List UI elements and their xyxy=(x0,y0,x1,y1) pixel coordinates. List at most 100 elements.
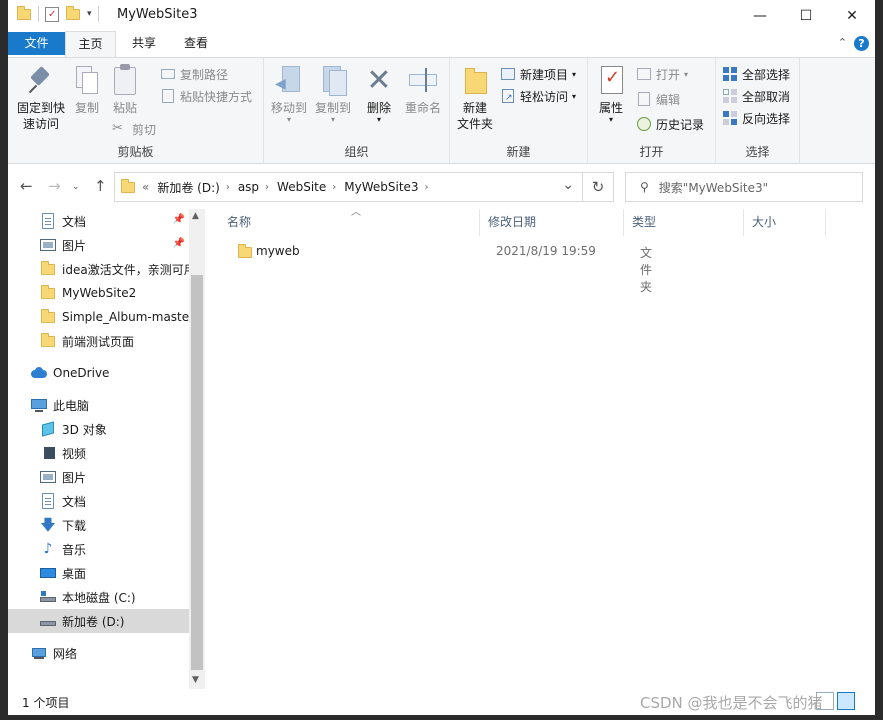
cut-button[interactable]: ✂ 剪切 xyxy=(112,119,156,139)
new-folder-qat-icon[interactable] xyxy=(65,6,81,22)
nav-item-onedrive[interactable]: OneDrive xyxy=(8,361,189,385)
pin-icon xyxy=(25,64,57,98)
tab-share[interactable]: 共享 xyxy=(120,31,168,57)
nav-scrollbar-thumb[interactable] xyxy=(191,275,203,670)
up-button[interactable]: ↑ xyxy=(94,177,107,195)
large-icons-view-icon[interactable] xyxy=(837,692,855,710)
folder-icon xyxy=(120,179,136,195)
collapse-ribbon-icon[interactable]: ⌃ xyxy=(838,36,847,49)
select-all-button[interactable]: 全部选择 xyxy=(722,64,790,84)
close-button[interactable]: ✕ xyxy=(829,0,875,31)
nav-item-3d-objects[interactable]: 3D 对象 xyxy=(8,417,189,441)
recent-locations-icon[interactable]: ⌄ xyxy=(72,182,80,192)
breadcrumb-asp[interactable]: asp xyxy=(238,180,259,194)
properties-button[interactable]: ✓ 属性 ▾ xyxy=(592,64,630,124)
invert-selection-button[interactable]: 反向选择 xyxy=(722,108,790,128)
open-button[interactable]: 打开 ▾ xyxy=(636,64,688,84)
tab-file[interactable]: 文件 xyxy=(8,32,65,55)
copy-path-button[interactable]: 复制路径 xyxy=(160,64,228,84)
nav-item-idea[interactable]: idea激活文件，亲测可用 xyxy=(8,257,189,281)
scroll-down-icon[interactable]: ▼ xyxy=(192,675,199,685)
ribbon-tabs: 文件 主页 共享 查看 ⌃ ? xyxy=(8,31,875,58)
column-modified[interactable]: 修改日期 xyxy=(480,209,624,236)
rename-button[interactable]: 重命名 xyxy=(402,64,444,116)
music-icon: ♪ xyxy=(43,541,53,557)
nav-item-downloads[interactable]: 🡇 下载 xyxy=(8,513,189,537)
paste-shortcut-icon xyxy=(160,88,176,104)
properties-qat-icon[interactable]: ✓ xyxy=(45,6,59,22)
select-none-button[interactable]: 全部取消 xyxy=(722,86,790,106)
search-placeholder: 搜索"MyWebSite3" xyxy=(658,180,769,195)
edit-button[interactable]: 编辑 xyxy=(636,89,680,109)
select-all-icon xyxy=(722,66,738,82)
select-group-label: 选择 xyxy=(745,145,770,159)
computer-icon xyxy=(31,397,47,413)
nav-item-network[interactable]: 网络 xyxy=(8,641,189,665)
pin-icon: 📌 xyxy=(172,238,185,249)
picture-icon xyxy=(40,237,56,253)
copy-button[interactable]: 复制 xyxy=(70,64,104,116)
nav-item-documents[interactable]: 文档 📌 xyxy=(8,209,189,233)
help-icon[interactable]: ? xyxy=(854,36,869,51)
nav-item-pc-pictures[interactable]: 图片 xyxy=(8,465,189,489)
pin-quick-access-button[interactable]: 固定到快 速访问 xyxy=(14,64,68,132)
open-icon xyxy=(636,66,652,82)
copy-to-button[interactable]: 复制到 ▾ xyxy=(312,64,354,124)
nav-item-drive-d[interactable]: 新加卷 (D:) xyxy=(8,609,189,633)
breadcrumb-overflow[interactable]: « xyxy=(142,180,149,194)
tab-view[interactable]: 查看 xyxy=(172,31,220,57)
search-input[interactable]: ⚲ 搜索"MyWebSite3" xyxy=(625,172,863,202)
paste-button[interactable]: 粘贴 xyxy=(108,64,142,116)
breadcrumb-drive-d[interactable]: 新加卷 (D:) xyxy=(157,179,219,196)
breadcrumb-separator: › xyxy=(424,181,429,193)
new-item-button[interactable]: 新建项目 ▾ xyxy=(500,64,576,84)
nav-item-desktop[interactable]: 桌面 xyxy=(8,561,189,585)
column-size[interactable]: 大小 xyxy=(744,209,826,236)
properties-icon: ✓ xyxy=(595,64,627,98)
history-button[interactable]: 历史记录 xyxy=(636,114,704,134)
delete-button[interactable]: ✕ 删除 ▾ xyxy=(362,64,396,124)
new-folder-button[interactable]: 新建 文件夹 xyxy=(454,64,496,132)
refresh-button[interactable]: ↻ xyxy=(583,172,614,202)
paste-shortcut-button[interactable]: 粘贴快捷方式 xyxy=(160,86,252,106)
nav-scrollbar[interactable]: ▲ ▼ xyxy=(189,209,205,689)
nav-item-music[interactable]: ♪ 音乐 xyxy=(8,537,189,561)
minimize-icon: — xyxy=(753,7,767,24)
column-name[interactable]: 名称 xyxy=(219,209,480,236)
nav-item-videos[interactable]: 视频 xyxy=(8,441,189,465)
forward-button[interactable]: → xyxy=(48,177,61,195)
download-icon: 🡇 xyxy=(40,516,56,534)
navigation-pane: 文档 📌 图片 📌 idea激活文件，亲测可用 MyWebSite2 Simpl… xyxy=(8,209,205,689)
address-bar[interactable]: « 新加卷 (D:) › asp › WebSite › MyWebSite3 … xyxy=(114,172,583,202)
customize-qat-icon[interactable]: ▾ xyxy=(87,9,92,19)
column-type[interactable]: 类型 xyxy=(624,209,744,236)
nav-item-frontend-test[interactable]: 前端测试页面 xyxy=(8,329,189,353)
document-icon xyxy=(40,493,56,509)
nav-item-pictures[interactable]: 图片 📌 xyxy=(8,233,189,257)
move-to-button[interactable]: ◀ 移动到 ▾ xyxy=(268,64,310,124)
address-dropdown-icon[interactable]: ⌄ xyxy=(562,177,574,193)
nav-item-this-pc[interactable]: 此电脑 xyxy=(8,393,189,417)
folder-icon xyxy=(40,309,56,325)
easy-access-button[interactable]: ↗ 轻松访问 ▾ xyxy=(500,86,576,106)
nav-item-simple-album[interactable]: Simple_Album-master xyxy=(8,305,189,329)
edit-icon xyxy=(636,91,652,107)
back-button[interactable]: ← xyxy=(20,177,33,195)
breadcrumb-website[interactable]: WebSite xyxy=(277,180,326,194)
breadcrumb-separator: › xyxy=(225,181,230,193)
breadcrumb-mywebsite3[interactable]: MyWebSite3 xyxy=(344,180,418,194)
desktop-icon xyxy=(40,565,56,581)
scroll-up-icon[interactable]: ▲ xyxy=(192,211,199,221)
breadcrumb-separator: › xyxy=(265,181,270,193)
minimize-button[interactable]: — xyxy=(737,0,783,31)
quick-access-toolbar: ✓ ▾ xyxy=(16,6,99,22)
nav-item-pc-documents[interactable]: 文档 xyxy=(8,489,189,513)
nav-item-drive-c[interactable]: 本地磁盘 (C:) xyxy=(8,585,189,609)
invert-selection-icon xyxy=(722,110,738,126)
new-group: 新建 文件夹 新建项目 ▾ ↗ 轻松访问 ▾ 新建 xyxy=(450,58,588,164)
tab-home[interactable]: 主页 xyxy=(65,31,116,58)
maximize-button[interactable]: ☐ xyxy=(783,0,829,31)
folder-icon xyxy=(40,333,56,349)
file-row[interactable]: myweb 2021/8/19 19:59 文件夹 xyxy=(219,240,652,294)
nav-item-mywebsite2[interactable]: MyWebSite2 xyxy=(8,281,189,305)
